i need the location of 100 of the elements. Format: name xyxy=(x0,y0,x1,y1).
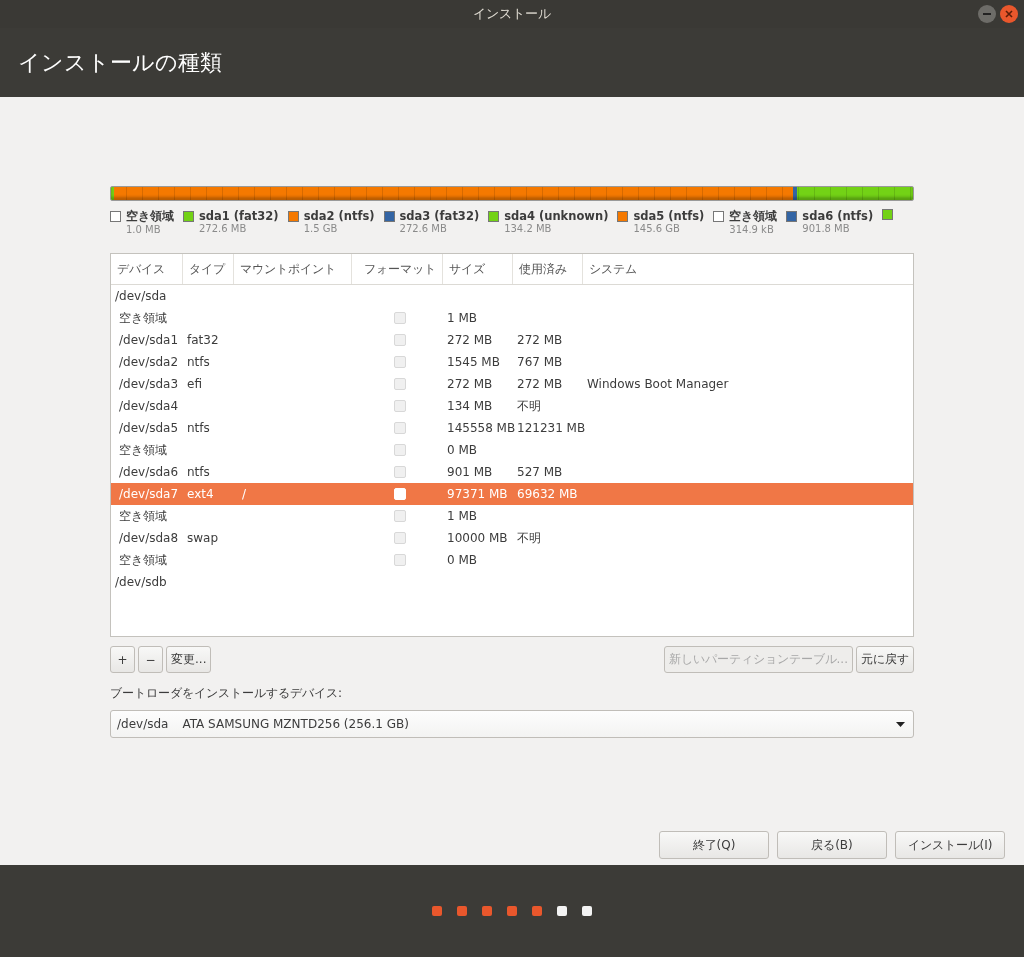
table-row[interactable]: /dev/sda4 134 MB 不明 xyxy=(111,395,913,417)
type-cell: ntfs xyxy=(187,355,210,369)
column-header[interactable]: デバイス xyxy=(111,254,183,284)
device-cell: 空き領域 xyxy=(119,309,167,327)
column-header[interactable]: 使用済み xyxy=(513,254,583,284)
device-cell: 空き領域 xyxy=(119,551,167,569)
type-cell: efi xyxy=(187,377,202,391)
revert-button[interactable]: 元に戻す xyxy=(856,646,914,673)
column-header[interactable]: サイズ xyxy=(443,254,513,284)
format-checkbox[interactable] xyxy=(393,510,406,522)
column-header[interactable]: フォーマット xyxy=(352,254,443,284)
device-cell: /dev/sda3 xyxy=(119,377,179,391)
table-row[interactable]: 空き領域 0 MB xyxy=(111,439,913,461)
format-checkbox[interactable] xyxy=(393,532,406,544)
dialog-button[interactable]: 終了(Q) xyxy=(659,831,769,859)
format-checkbox[interactable] xyxy=(393,466,406,478)
type-cell: ntfs xyxy=(187,421,210,435)
format-checkbox[interactable] xyxy=(393,356,406,368)
device-cell: 空き領域 xyxy=(119,441,167,459)
add-button[interactable]: + xyxy=(110,646,135,673)
legend-size: 1.5 GB xyxy=(303,223,339,234)
used-cell: 767 MB xyxy=(517,355,563,369)
minimize-icon xyxy=(983,13,991,15)
bootloader-label: ブートローダをインストールするデバイス: xyxy=(110,685,344,702)
table-row[interactable]: 空き領域 1 MB xyxy=(111,307,913,329)
legend-label: sda4 (unknown) xyxy=(504,209,609,223)
device-cell: /dev/sda8 xyxy=(119,531,179,545)
device-cell: 空き領域 xyxy=(119,507,167,525)
column-header[interactable]: システム xyxy=(583,254,913,284)
dropdown-description: ATA SAMSUNG MZNTD256 (256.1 GB) xyxy=(182,717,409,731)
legend-size: 272.6 MB xyxy=(199,223,248,234)
table-row[interactable]: /dev/sda2 ntfs 1545 MB 767 MB xyxy=(111,351,913,373)
dialog-button[interactable]: 戻る(B) xyxy=(777,831,887,859)
device-cell: /dev/sda6 xyxy=(119,465,179,479)
used-cell: 527 MB xyxy=(517,465,563,479)
format-checkbox[interactable] xyxy=(393,378,406,390)
format-checkbox[interactable] xyxy=(393,554,406,566)
size-cell: 145558 MB xyxy=(447,421,516,435)
legend-size: 272.6 MB xyxy=(399,223,448,234)
size-cell: 272 MB xyxy=(447,333,493,347)
remove-button[interactable]: − xyxy=(138,646,163,673)
legend-size: 314.9 kB xyxy=(729,224,775,235)
table-row[interactable]: /dev/sdb xyxy=(111,571,913,593)
format-checkbox[interactable] xyxy=(393,444,406,456)
size-cell: 901 MB xyxy=(447,465,493,479)
close-icon xyxy=(1005,10,1013,18)
legend-size: 145.6 GB xyxy=(633,223,681,234)
table-row[interactable]: 空き領域 0 MB xyxy=(111,549,913,571)
table-row[interactable]: /dev/sda6 ntfs 901 MB 527 MB xyxy=(111,461,913,483)
type-cell: fat32 xyxy=(187,333,219,347)
window-title: インストール xyxy=(473,5,551,23)
size-cell: 10000 MB xyxy=(447,531,508,545)
table-row[interactable]: /dev/sda3 efi 272 MB 272 MB Windows Boot Manager xyxy=(111,373,913,395)
device-cell: /dev/sda4 xyxy=(119,399,179,413)
minimize-button[interactable] xyxy=(978,5,996,23)
close-button[interactable] xyxy=(1000,5,1018,23)
dropdown-value: /dev/sda xyxy=(117,717,169,731)
device-cell: /dev/sda1 xyxy=(119,333,179,347)
page-title: インストールの種類 xyxy=(18,48,222,77)
size-cell: 1 MB xyxy=(447,311,478,325)
format-checkbox[interactable] xyxy=(393,400,406,412)
legend-label: sda2 (ntfs) xyxy=(303,209,375,223)
size-cell: 272 MB xyxy=(447,377,493,391)
type-cell: ext4 xyxy=(187,487,214,501)
used-cell: 不明 xyxy=(517,397,541,415)
legend-size: 1.0 MB xyxy=(126,224,162,235)
legend-label: sda1 (fat32) xyxy=(199,209,279,223)
dialog-button[interactable]: インストール(I) xyxy=(895,831,1005,859)
used-cell: 不明 xyxy=(517,529,541,547)
used-cell: 121231 MB xyxy=(517,421,586,435)
used-cell: 272 MB xyxy=(517,333,563,347)
size-cell: 1545 MB xyxy=(447,355,500,369)
change-button[interactable]: 変更... xyxy=(166,646,212,673)
format-checkbox[interactable] xyxy=(393,312,406,324)
legend-label: sda5 (ntfs) xyxy=(633,209,705,223)
size-cell: 0 MB xyxy=(447,553,478,567)
bootloader-dropdown[interactable]: /dev/sda ATA SAMSUNG MZNTD256 (256.1 GB) xyxy=(110,710,914,738)
used-cell: 272 MB xyxy=(517,377,563,391)
table-row[interactable]: /dev/sda xyxy=(111,285,913,307)
dropdown-arrow-icon xyxy=(896,721,905,727)
mount-cell-text: / xyxy=(241,487,247,501)
table-row[interactable]: 空き領域 1 MB xyxy=(111,505,913,527)
table-row[interactable]: /dev/sda8 swap 10000 MB 不明 xyxy=(111,527,913,549)
table-row[interactable]: /dev/sda5 ntfs 145558 MB 121231 MB xyxy=(111,417,913,439)
format-checkbox[interactable] xyxy=(393,422,406,434)
table-row[interactable]: /dev/sda1 fat32 272 MB 272 MB xyxy=(111,329,913,351)
size-cell: 134 MB xyxy=(447,399,493,413)
size-cell: 97371 MB xyxy=(447,487,508,501)
column-header[interactable]: タイプ xyxy=(183,254,234,284)
device-cell: /dev/sda2 xyxy=(119,355,179,369)
device-cell: /dev/sda7 xyxy=(119,487,179,501)
type-cell: ntfs xyxy=(187,465,210,479)
legend-label: sda6 (ntfs) xyxy=(802,209,874,223)
column-header[interactable]: マウントポイント xyxy=(234,254,352,284)
size-cell: 1 MB xyxy=(447,509,478,523)
disk-cell-text: /dev/sda xyxy=(114,289,167,303)
legend-label: 空き領域 xyxy=(729,209,778,224)
format-checkbox[interactable] xyxy=(393,334,406,346)
disk-cell-text: /dev/sdb xyxy=(114,575,167,589)
device-cell: /dev/sda5 xyxy=(119,421,179,435)
